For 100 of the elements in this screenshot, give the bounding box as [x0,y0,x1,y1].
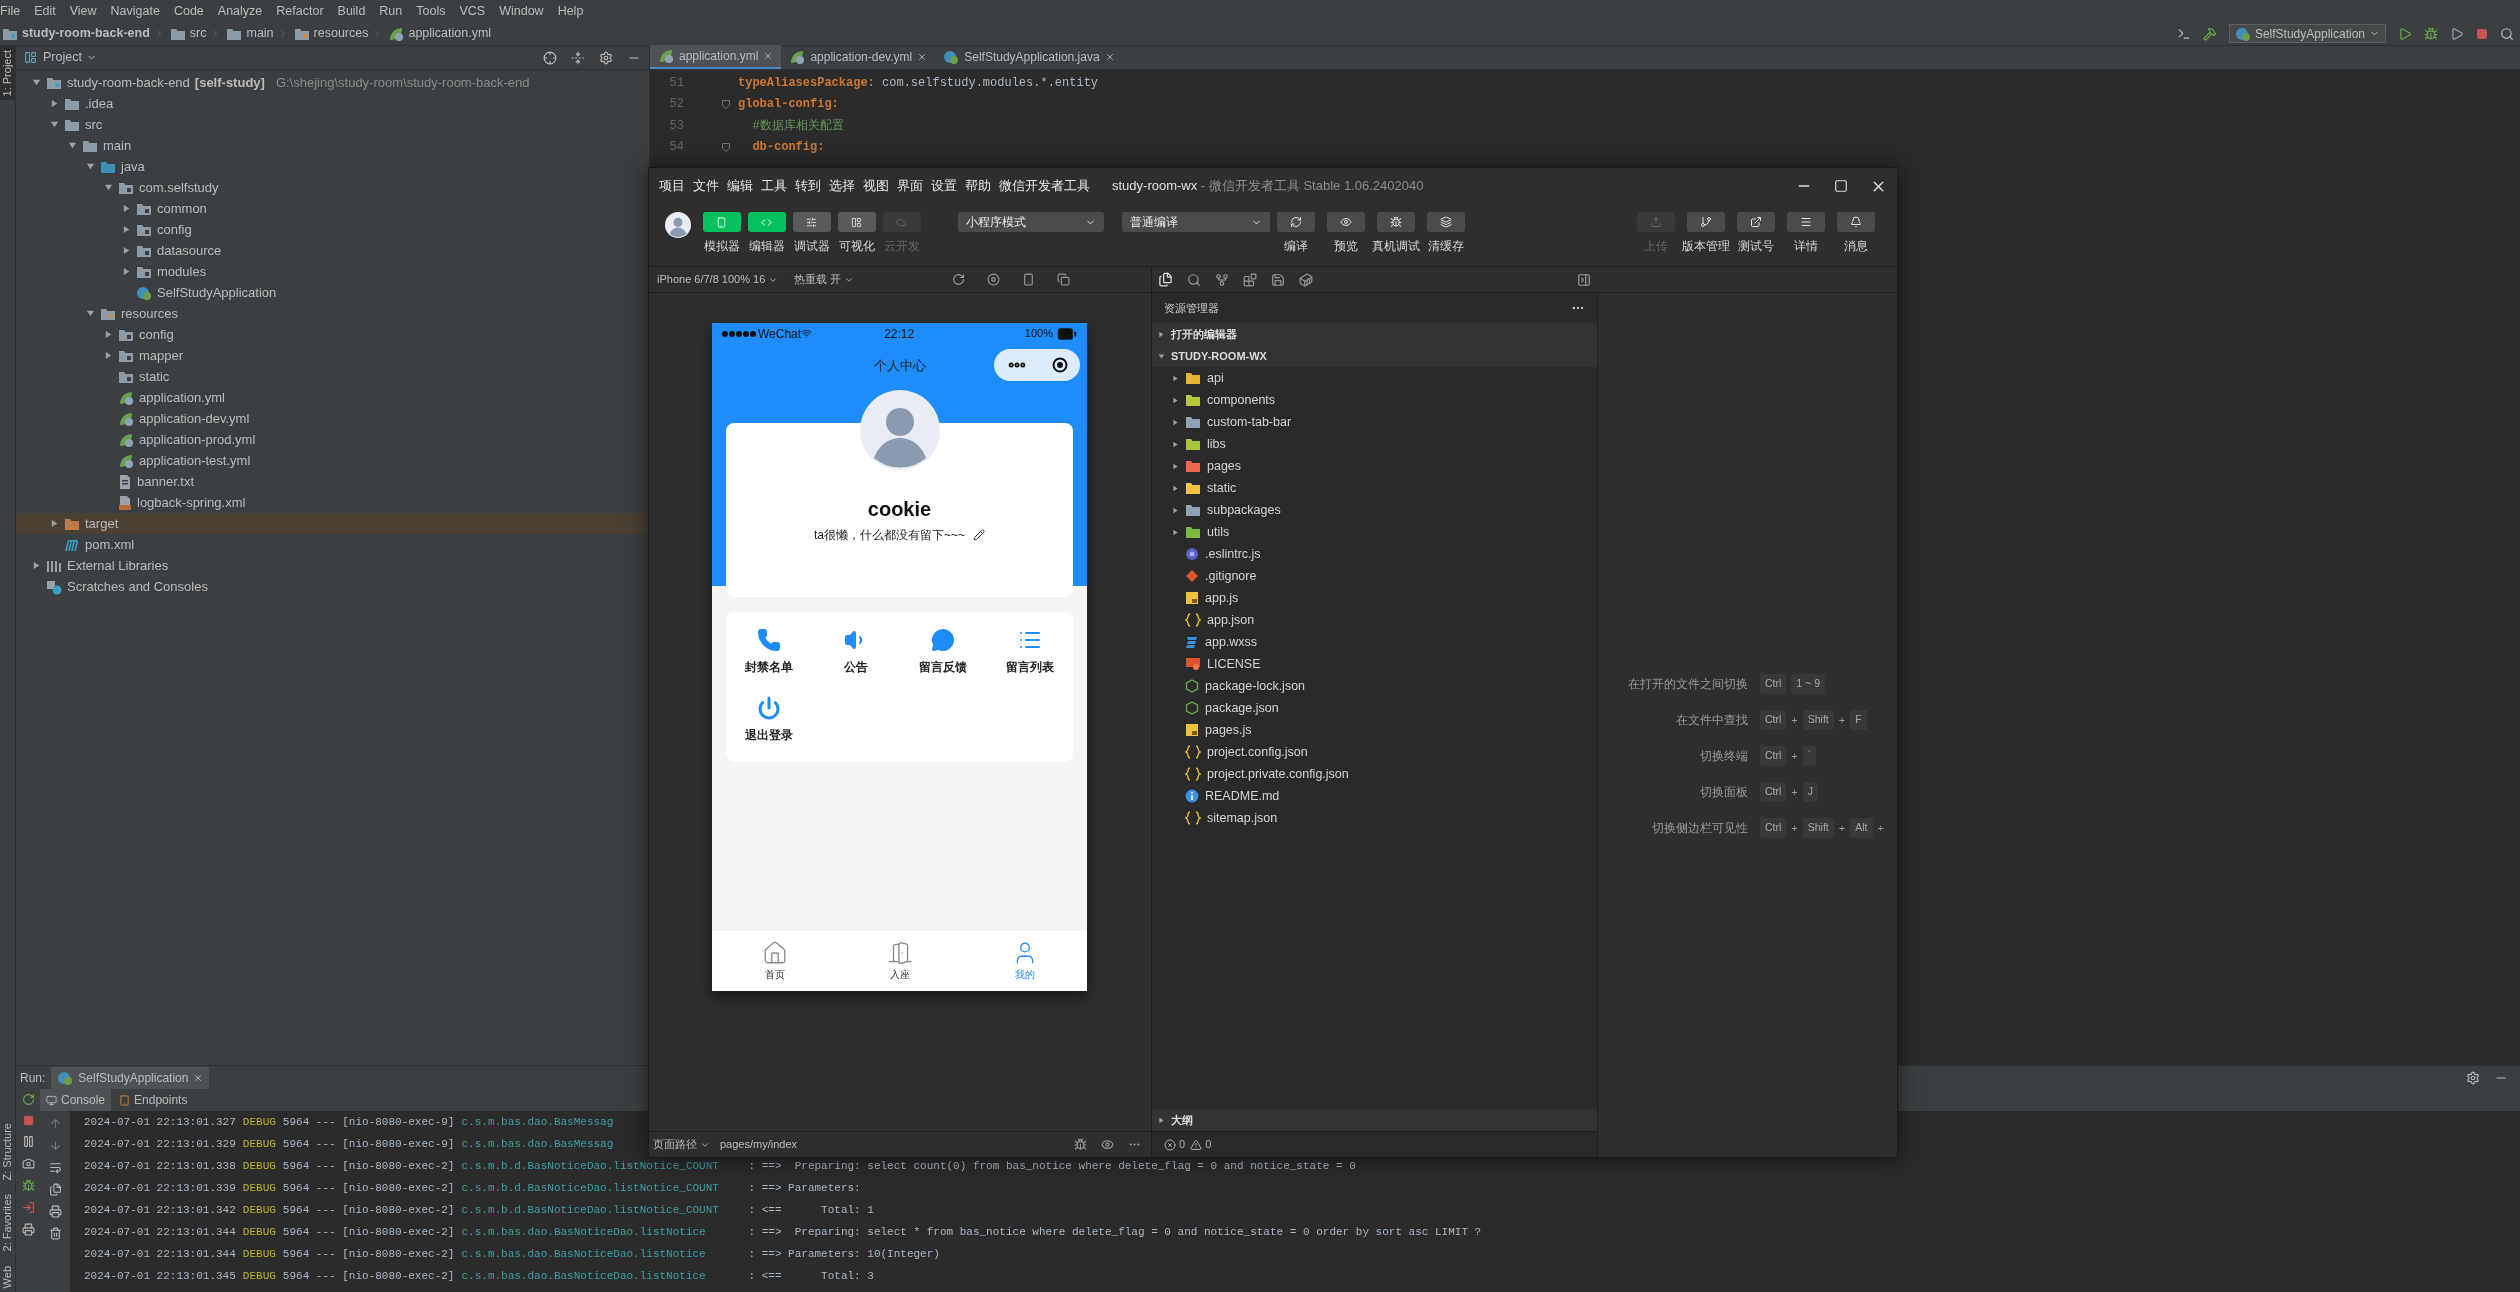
explorer-entry[interactable]: libs [1152,433,1597,455]
trash-icon[interactable] [48,1227,62,1240]
expand-arrow-icon[interactable] [86,309,95,318]
console-tab[interactable]: Endpoints [113,1089,194,1111]
search-icon[interactable] [2500,26,2514,41]
target-icon[interactable] [1051,357,1068,373]
stop-icon[interactable] [987,273,1001,286]
tree-item[interactable]: application-prod.yml [16,429,649,450]
tab-bar-item[interactable]: 首页 [712,931,837,991]
menu-item[interactable]: 帮助 [965,176,991,196]
menu-item[interactable]: Help [557,1,584,21]
save-icon[interactable] [1271,272,1285,287]
menu-item[interactable]: 转到 [795,176,821,196]
tree-item[interactable]: .idea [16,93,649,114]
menu-item[interactable]: Run [379,1,403,21]
printer-icon[interactable] [21,1223,35,1236]
tree-item[interactable]: config [16,219,649,240]
tree-item[interactable]: static [16,366,649,387]
login-icon[interactable] [21,1201,35,1214]
tree-item[interactable]: study-room-back-end [self-study] G:\shejing\study-room\study-room-back-end [16,72,649,93]
explorer-entry[interactable]: pages [1152,455,1597,477]
menu-item[interactable]: Edit [34,1,56,21]
explorer-entry[interactable]: project.private.config.json [1152,763,1597,785]
settings-icon[interactable] [2466,1070,2480,1085]
explorer-entry[interactable]: subpackages [1152,499,1597,521]
mode-select[interactable]: 小程序模式 [958,212,1104,232]
files-icon[interactable] [1158,272,1173,287]
explorer-entry[interactable]: package-lock.json [1152,675,1597,697]
menu-item[interactable]: Build [337,1,366,21]
console-tab[interactable]: Console [40,1089,112,1111]
explorer-entry[interactable]: .gitignore [1152,565,1597,587]
section-header[interactable]: 大纲 [1152,1109,1597,1131]
menu-item[interactable]: Analyze [217,1,263,21]
edit-icon[interactable] [973,529,985,541]
menu-item[interactable]: File [0,1,21,21]
wrap-icon[interactable] [48,1161,62,1174]
tree-item[interactable]: datasource [16,240,649,261]
menu-item[interactable]: 编辑 [727,176,753,196]
tree-item[interactable]: Scratches and Consoles [16,576,649,597]
menu-item[interactable]: Navigate [110,1,160,21]
action-button[interactable] [1327,212,1365,232]
menu-item[interactable]: Refactor [276,1,324,21]
menu-item[interactable]: Tools [416,1,446,21]
view-toggle-button[interactable] [837,212,876,232]
camera-icon[interactable] [21,1157,35,1170]
tab-bar-item[interactable]: 我的 [962,931,1087,991]
explorer-entry[interactable]: sitemap.json [1152,807,1597,829]
collapse-arrow-icon[interactable] [1158,1116,1165,1124]
tree-item[interactable]: config [16,324,649,345]
tree-item[interactable]: src [16,114,649,135]
tab-bar-item[interactable]: 入座 [837,931,962,991]
copy-icon[interactable] [1057,273,1071,286]
close-icon[interactable] [1104,52,1115,62]
phone-icon[interactable] [1022,273,1036,286]
expand-arrow-icon[interactable] [86,162,95,171]
collapse-arrow-icon[interactable] [1172,396,1179,404]
view-toggle-button[interactable] [702,212,741,232]
menu-item[interactable]: 文件 [693,176,719,196]
action-button[interactable] [1277,212,1315,232]
breadcrumb-item[interactable]: main [224,24,274,43]
bug-icon[interactable] [1074,1138,1087,1151]
stop-icon[interactable] [2476,27,2488,40]
up-icon[interactable] [48,1117,62,1130]
collapse-arrow-icon[interactable] [104,330,113,339]
explorer-entry[interactable]: package.json [1152,697,1597,719]
menu-entry[interactable]: 留言反馈 [899,628,987,676]
explorer-entry[interactable]: LICENSE [1152,653,1597,675]
tree-item[interactable]: main [16,135,649,156]
fold-icon[interactable] [722,142,730,152]
compile-select[interactable]: 普通编译 [1122,212,1270,232]
tree-item[interactable]: logback-spring.xml [16,492,649,513]
printer-icon[interactable] [48,1205,62,1218]
menu-item[interactable]: 设置 [931,176,957,196]
menu-item[interactable]: 微信开发者工具 [999,176,1090,196]
stop-icon[interactable] [22,1115,34,1126]
collapse-arrow-icon[interactable] [32,561,41,570]
fold-icon[interactable] [722,99,730,109]
debug-icon[interactable] [2424,26,2438,41]
section-header[interactable]: STUDY-ROOM-WX [1152,345,1597,367]
menu-item[interactable]: 界面 [897,176,923,196]
rerun-icon[interactable] [21,1093,35,1106]
collapse-all-icon[interactable] [571,50,585,65]
bug-icon[interactable] [21,1179,35,1192]
hammer-icon[interactable] [2202,26,2217,41]
tree-item[interactable]: SelfStudyApplication [16,282,649,303]
run-tab[interactable]: SelfStudyApplication [51,1066,210,1089]
pause-icon[interactable] [21,1135,35,1148]
device-select[interactable]: iPhone 6/7/8 100% 16 [657,271,779,288]
coverage-icon[interactable] [2450,26,2464,41]
action-button[interactable] [1687,212,1725,232]
tree-item[interactable]: pom.xml [16,534,649,555]
tree-item[interactable]: mapper [16,345,649,366]
collapse-arrow-icon[interactable] [1172,528,1179,536]
eye-icon[interactable] [1101,1138,1114,1151]
explorer-entry[interactable]: custom-tab-bar [1152,411,1597,433]
menu-entry[interactable]: 公告 [812,628,900,676]
collapse-arrow-icon[interactable] [50,519,59,528]
menu-entry[interactable]: 封禁名单 [726,628,813,676]
breadcrumb-item[interactable]: application.yml [386,24,492,43]
blocks-icon[interactable] [1243,272,1257,287]
